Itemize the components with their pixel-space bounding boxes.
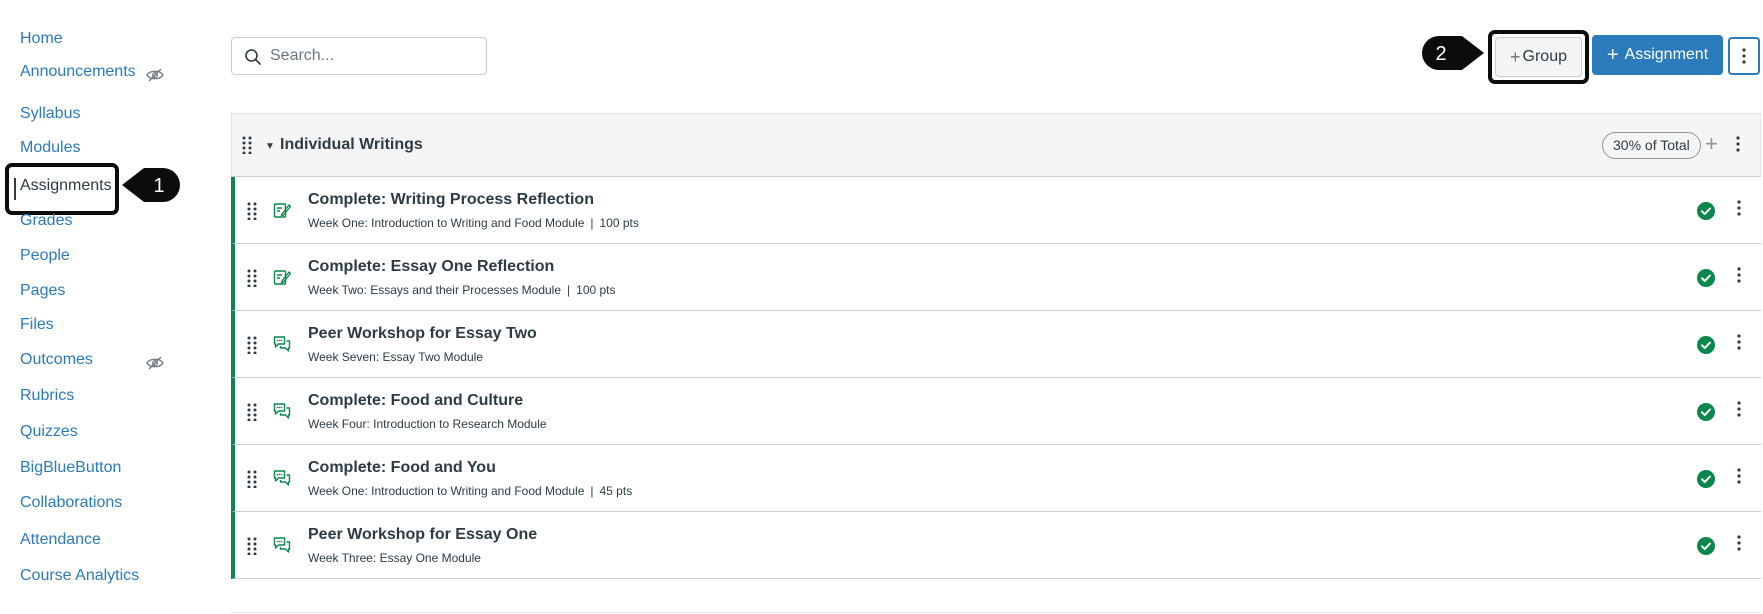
quiz-icon [273, 201, 292, 224]
drag-handle-icon[interactable] [247, 470, 257, 493]
plus-icon: + [1510, 46, 1521, 67]
assignment-title-link[interactable]: Peer Workshop for Essay One [308, 526, 537, 544]
assignment-title-link[interactable]: Peer Workshop for Essay Two [308, 325, 537, 343]
assignment-module: Week Three: Essay One Module [308, 551, 481, 565]
assignment-title-link[interactable]: Complete: Food and You [308, 459, 496, 477]
assignment-group-title: Individual Writings [280, 136, 423, 153]
discussion-icon [273, 469, 291, 492]
drag-handle-icon[interactable] [247, 269, 257, 292]
add-to-group-icon[interactable]: + [1705, 132, 1718, 156]
more-options-button[interactable] [1728, 37, 1760, 75]
sidebar-item-grades[interactable]: Grades [20, 211, 72, 231]
assignment-points: 100 pts [576, 283, 616, 297]
discussion-icon [273, 402, 291, 425]
assignment-module: Week Seven: Essay Two Module [308, 350, 483, 364]
search-icon [245, 49, 261, 65]
assignment-row[interactable]: Peer Workshop for Essay One Week Three: E… [231, 512, 1761, 579]
assignment-meta: Week One: Introduction to Writing and Fo… [308, 484, 632, 498]
assignment-module: Week Two: Essays and their Processes Mod… [308, 283, 562, 297]
assignment-group: ▼ Individual Writings 30% of Total + Com… [231, 113, 1761, 579]
assignment-row[interactable]: Complete: Essay One Reflection Week Two: … [231, 244, 1761, 311]
assignment-title-link[interactable]: Complete: Writing Process Reflection [308, 191, 594, 209]
sidebar-item-files[interactable]: Files [20, 315, 54, 335]
drag-handle-icon[interactable] [247, 403, 257, 426]
hidden-eye-icon [146, 356, 164, 370]
add-group-button[interactable]: + Group [1495, 37, 1582, 77]
step-2-number: 2 [1435, 43, 1446, 65]
published-check-icon[interactable] [1697, 403, 1715, 426]
assignment-meta: Week One: Introduction to Writing and Fo… [308, 216, 639, 230]
drag-handle-icon[interactable] [247, 336, 257, 359]
sidebar-item-quizzes[interactable]: Quizzes [20, 422, 78, 442]
plus-icon: + [1606, 43, 1619, 66]
step-1-number: 1 [153, 175, 164, 197]
add-group-label: Group [1522, 48, 1567, 65]
published-check-icon[interactable] [1697, 202, 1715, 225]
meta-separator: | [590, 216, 594, 230]
published-check-icon[interactable] [1697, 269, 1715, 292]
sidebar-item-bigbluebutton[interactable]: BigBlueButton [20, 458, 121, 478]
assignment-group-header[interactable]: ▼ Individual Writings 30% of Total + [231, 113, 1761, 177]
assignment-kebab-icon[interactable] [1737, 334, 1741, 355]
assignment-kebab-icon[interactable] [1737, 267, 1741, 288]
add-assignment-button[interactable]: + Assignment [1592, 35, 1723, 75]
assignment-row[interactable]: Peer Workshop for Essay Two Week Seven: E… [231, 311, 1761, 378]
assignment-meta: Week Three: Essay One Module [308, 551, 481, 565]
search-field[interactable] [231, 37, 487, 75]
meta-separator: | [590, 484, 594, 498]
drag-handle-icon[interactable] [242, 136, 252, 154]
drag-handle-icon[interactable] [247, 202, 257, 225]
assignment-row[interactable]: Complete: Writing Process Reflection Week… [231, 177, 1761, 244]
group-kebab-icon[interactable] [1736, 136, 1740, 152]
sidebar-item-course-analytics[interactable]: Course Analytics [20, 566, 139, 586]
published-check-icon[interactable] [1697, 336, 1715, 359]
active-indicator [14, 178, 16, 200]
divider [231, 612, 1761, 613]
published-check-icon[interactable] [1697, 537, 1715, 560]
assignment-module: Week Four: Introduction to Research Modu… [308, 417, 547, 431]
hidden-eye-icon [146, 68, 164, 82]
assignment-meta: Week Four: Introduction to Research Modu… [308, 417, 547, 431]
group-weight-badge: 30% of Total [1602, 132, 1701, 159]
assignment-module: Week One: Introduction to Writing and Fo… [308, 216, 585, 230]
step-2-callout: 2 [1422, 36, 1484, 70]
assignment-title-link[interactable]: Complete: Essay One Reflection [308, 258, 554, 276]
sidebar-item-syllabus[interactable]: Syllabus [20, 104, 80, 124]
collapse-caret-icon[interactable]: ▼ [265, 141, 275, 152]
assignment-row[interactable]: Complete: Food and You Week One: Introduc… [231, 445, 1761, 512]
sidebar-item-announcements[interactable]: Announcements [20, 62, 136, 82]
sidebar-item-pages[interactable]: Pages [20, 281, 65, 301]
sidebar-item-attendance[interactable]: Attendance [20, 530, 101, 550]
course-navigation: Home Announcements Syllabus Modules Assi… [0, 0, 200, 614]
meta-separator: | [567, 283, 571, 297]
sidebar-item-collaborations[interactable]: Collaborations [20, 493, 122, 513]
add-assignment-label: Assignment [1624, 46, 1709, 63]
sidebar-item-people[interactable]: People [20, 246, 70, 266]
search-input[interactable] [270, 44, 470, 68]
sidebar-item-modules[interactable]: Modules [20, 138, 80, 158]
step-1-callout: 1 [122, 168, 180, 202]
assignment-kebab-icon[interactable] [1737, 200, 1741, 221]
assignment-meta: Week Seven: Essay Two Module [308, 350, 483, 364]
assignment-points: 45 pts [599, 484, 633, 498]
drag-handle-icon[interactable] [247, 537, 257, 560]
discussion-icon [273, 536, 291, 559]
kebab-icon [1742, 48, 1746, 64]
quiz-icon [273, 268, 292, 291]
assignment-row[interactable]: Complete: Food and Culture Week Four: Int… [231, 378, 1761, 445]
assignment-title-link[interactable]: Complete: Food and Culture [308, 392, 523, 410]
sidebar-item-rubrics[interactable]: Rubrics [20, 386, 74, 406]
sidebar-item-outcomes[interactable]: Outcomes [20, 350, 93, 370]
sidebar-item-home[interactable]: Home [20, 29, 63, 49]
assignment-meta: Week Two: Essays and their Processes Mod… [308, 283, 616, 297]
assignment-module: Week One: Introduction to Writing and Fo… [308, 484, 585, 498]
assignment-kebab-icon[interactable] [1737, 468, 1741, 489]
published-check-icon[interactable] [1697, 470, 1715, 493]
assignment-points: 100 pts [599, 216, 639, 230]
discussion-icon [273, 335, 291, 358]
assignment-kebab-icon[interactable] [1737, 401, 1741, 422]
sidebar-item-assignments[interactable]: Assignments [20, 176, 112, 196]
assignment-kebab-icon[interactable] [1737, 535, 1741, 556]
